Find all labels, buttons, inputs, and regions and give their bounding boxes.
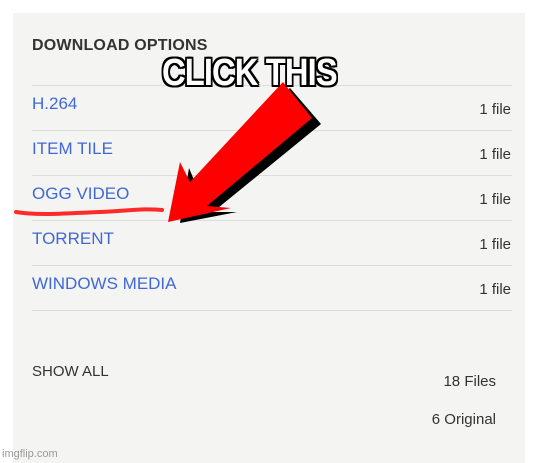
imgflip-watermark: imgflip.com — [2, 448, 58, 460]
click-this-caption: CLICK THIS — [162, 52, 338, 94]
